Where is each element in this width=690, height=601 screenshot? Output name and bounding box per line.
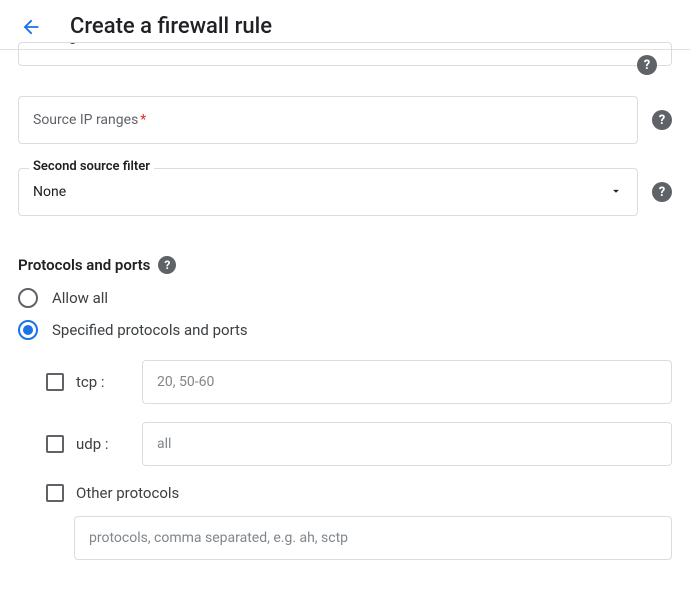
protocols-radio-group: Allow all Specified protocols and ports (18, 288, 672, 340)
radio-specified-label: Specified protocols and ports (52, 321, 248, 339)
second-source-filter-legend: Second source filter (29, 159, 154, 174)
source-ip-ranges-row: Source IP ranges* ? (18, 96, 672, 144)
tcp-label: tcp : (76, 373, 132, 391)
protocols-ports-heading: Protocols and ports ? (18, 256, 672, 274)
tcp-row: tcp : 20, 50-60 (46, 360, 672, 404)
page-title: Create a firewall rule (70, 14, 272, 39)
chevron-down-icon (609, 183, 623, 202)
help-icon[interactable]: ? (637, 55, 657, 75)
tcp-ports-input[interactable]: 20, 50-60 (142, 360, 672, 404)
first-source-filter-dropdown[interactable]: IP ranges (18, 42, 672, 66)
required-star: * (140, 112, 146, 128)
second-source-filter-dropdown[interactable]: None (19, 169, 637, 215)
radio-icon (18, 288, 38, 308)
other-protocols-row: Other protocols (46, 484, 672, 502)
radio-allow-all[interactable]: Allow all (18, 288, 672, 308)
radio-icon (18, 320, 38, 340)
radio-allow-all-label: Allow all (52, 289, 108, 307)
udp-label: udp : (76, 435, 132, 453)
source-ip-ranges-input[interactable]: Source IP ranges* (18, 96, 638, 144)
source-ip-ranges-label: Source IP ranges* (33, 112, 146, 128)
other-protocols-checkbox[interactable] (46, 484, 64, 502)
second-source-filter-field: Second source filter None (18, 168, 638, 216)
first-source-filter-value: IP ranges (33, 42, 91, 45)
tcp-checkbox[interactable] (46, 373, 64, 391)
udp-checkbox[interactable] (46, 435, 64, 453)
help-icon[interactable]: ? (158, 256, 176, 274)
radio-specified[interactable]: Specified protocols and ports (18, 320, 672, 340)
other-protocols-label: Other protocols (76, 484, 179, 502)
help-icon[interactable]: ? (652, 110, 672, 130)
udp-ports-input[interactable]: all (142, 422, 672, 466)
specified-protocols-container: tcp : 20, 50-60 udp : all Other protocol… (18, 360, 672, 560)
second-source-filter-value: None (33, 184, 609, 200)
udp-row: udp : all (46, 422, 672, 466)
other-protocols-input[interactable]: protocols, comma separated, e.g. ah, sct… (74, 516, 672, 560)
help-icon[interactable]: ? (652, 182, 672, 202)
back-arrow-icon[interactable] (20, 16, 42, 38)
